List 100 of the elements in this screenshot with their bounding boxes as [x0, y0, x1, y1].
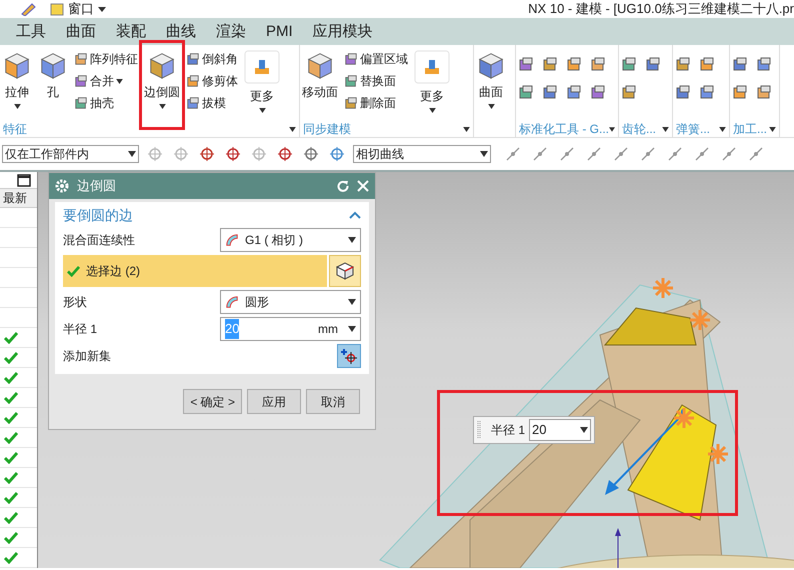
launcher-icon[interactable]: [609, 126, 615, 132]
dialog-button[interactable]: 取消: [306, 389, 360, 414]
tool-icon[interactable]: [732, 84, 748, 100]
ribbon-button[interactable]: 替换面: [344, 72, 408, 90]
launcher-icon[interactable]: [463, 126, 470, 132]
ribbon-tab[interactable]: 工具: [6, 18, 56, 45]
tool-icon[interactable]: [699, 84, 715, 100]
window-menu[interactable]: 窗口: [68, 0, 94, 19]
ribbon-button[interactable]: 拉伸: [2, 50, 32, 109]
dropdown[interactable]: 圆形: [220, 290, 361, 314]
ribbon-button[interactable]: 倒斜角: [186, 50, 238, 68]
ribbon-tab[interactable]: 渲染: [206, 18, 256, 45]
asterisk-handle-icon: [708, 444, 728, 464]
snap-icon[interactable]: [667, 146, 683, 162]
box-icon: [186, 96, 200, 110]
ribbon-button[interactable]: 偏置区域: [344, 50, 408, 68]
settings-icon[interactable]: [55, 179, 69, 193]
tool-icon[interactable]: [566, 84, 582, 100]
tool-icon[interactable]: [645, 56, 661, 72]
tool-icon[interactable]: [518, 56, 534, 72]
ribbon-button[interactable]: 孔: [38, 50, 68, 101]
caret-icon[interactable]: [348, 326, 356, 332]
tool-icon[interactable]: [303, 146, 319, 162]
group-label: 加工...: [733, 121, 768, 138]
tool-icon[interactable]: [590, 56, 606, 72]
snap-icon[interactable]: [586, 146, 602, 162]
ribbon-button[interactable]: 拔模: [186, 94, 238, 112]
ribbon-button[interactable]: 边倒圆: [144, 50, 180, 109]
tool-icon[interactable]: [621, 84, 637, 100]
ribbon-button[interactable]: 抽壳: [74, 94, 138, 112]
caret-icon[interactable]: [348, 299, 356, 305]
tool-icon[interactable]: [756, 56, 772, 72]
dropdown[interactable]: G1 ( 相切 ): [220, 228, 361, 252]
snap-icon[interactable]: [640, 146, 656, 162]
dialog-button[interactable]: 应用: [247, 389, 301, 414]
tool-icon[interactable]: [542, 84, 558, 100]
tool-icon[interactable]: [699, 56, 715, 72]
ribbon-button[interactable]: 合并: [74, 72, 138, 90]
tool-icon[interactable]: [675, 84, 691, 100]
box-icon: [74, 96, 88, 110]
caret-icon[interactable]: [128, 151, 136, 157]
radius-label: 半径 1: [491, 422, 526, 439]
ribbon-tab[interactable]: PMI: [256, 18, 303, 45]
more-button[interactable]: 更多: [244, 50, 280, 113]
tool-icon[interactable]: [732, 56, 748, 72]
fillet-icon: [225, 295, 239, 309]
snap-icon[interactable]: [721, 146, 737, 162]
ribbon-button[interactable]: 阵列特征: [74, 50, 138, 68]
launcher-icon[interactable]: [662, 126, 669, 132]
filter-dropdown[interactable]: 仅在工作部件内: [2, 145, 139, 163]
caret-icon[interactable]: [580, 427, 588, 433]
ribbon-button[interactable]: 移动面: [302, 50, 338, 101]
launcher-icon[interactable]: [289, 126, 296, 132]
snap-icon[interactable]: [613, 146, 629, 162]
selection-row[interactable]: 选择边 (2): [63, 255, 327, 287]
window-icon[interactable]: [17, 174, 31, 186]
snap-icon[interactable]: [694, 146, 710, 162]
close-icon[interactable]: [357, 180, 369, 192]
reset-icon[interactable]: [337, 180, 349, 192]
tool-icon[interactable]: [590, 84, 606, 100]
snap-icon[interactable]: [559, 146, 575, 162]
launcher-icon[interactable]: [719, 126, 726, 132]
ribbon-tab[interactable]: 曲线: [156, 18, 206, 45]
tool-icon[interactable]: [675, 56, 691, 72]
ribbon-button[interactable]: 删除面: [344, 94, 408, 112]
caret-icon[interactable]: [98, 5, 106, 13]
ribbon-tab[interactable]: 装配: [106, 18, 156, 45]
tool-icon[interactable]: [621, 56, 637, 72]
section-title[interactable]: 要倒圆的边: [63, 204, 133, 226]
snap-icon[interactable]: [505, 146, 521, 162]
curve-rule-dropdown[interactable]: 相切曲线: [353, 145, 491, 163]
tool-icon[interactable]: [277, 146, 293, 162]
tool-icon[interactable]: [518, 84, 534, 100]
tool-icon[interactable]: [329, 146, 345, 162]
snap-icon[interactable]: [748, 146, 764, 162]
tool-icon[interactable]: [542, 56, 558, 72]
ribbon-button[interactable]: 曲面: [476, 50, 506, 109]
caret-icon[interactable]: [348, 237, 356, 243]
ribbon-button[interactable]: 修剪体: [186, 72, 238, 90]
snap-icon[interactable]: [532, 146, 548, 162]
radius-input[interactable]: 20: [529, 419, 592, 441]
caret-icon[interactable]: [480, 151, 488, 157]
add-set-button[interactable]: [337, 344, 361, 368]
radius-input[interactable]: 20 mm: [220, 317, 361, 341]
tool-icon[interactable]: [199, 146, 215, 162]
pencil-icon[interactable]: [20, 2, 36, 16]
column-header[interactable]: 最新: [0, 188, 37, 208]
collapse-icon[interactable]: [349, 211, 361, 219]
tool-icon[interactable]: [566, 56, 582, 72]
ribbon-tab[interactable]: 应用模块: [302, 18, 383, 45]
tool-icon[interactable]: [225, 146, 241, 162]
tool-icon[interactable]: [756, 84, 772, 100]
edge-select-button[interactable]: [329, 255, 361, 287]
drag-handle-icon[interactable]: [477, 420, 481, 440]
launcher-icon[interactable]: [769, 126, 776, 132]
ribbon-tab[interactable]: 曲面: [56, 18, 106, 45]
asterisk-handle-icon: [690, 310, 710, 330]
box-icon: [344, 52, 358, 66]
dialog-button[interactable]: < 确定 >: [183, 389, 242, 414]
more-button[interactable]: 更多: [414, 50, 450, 113]
